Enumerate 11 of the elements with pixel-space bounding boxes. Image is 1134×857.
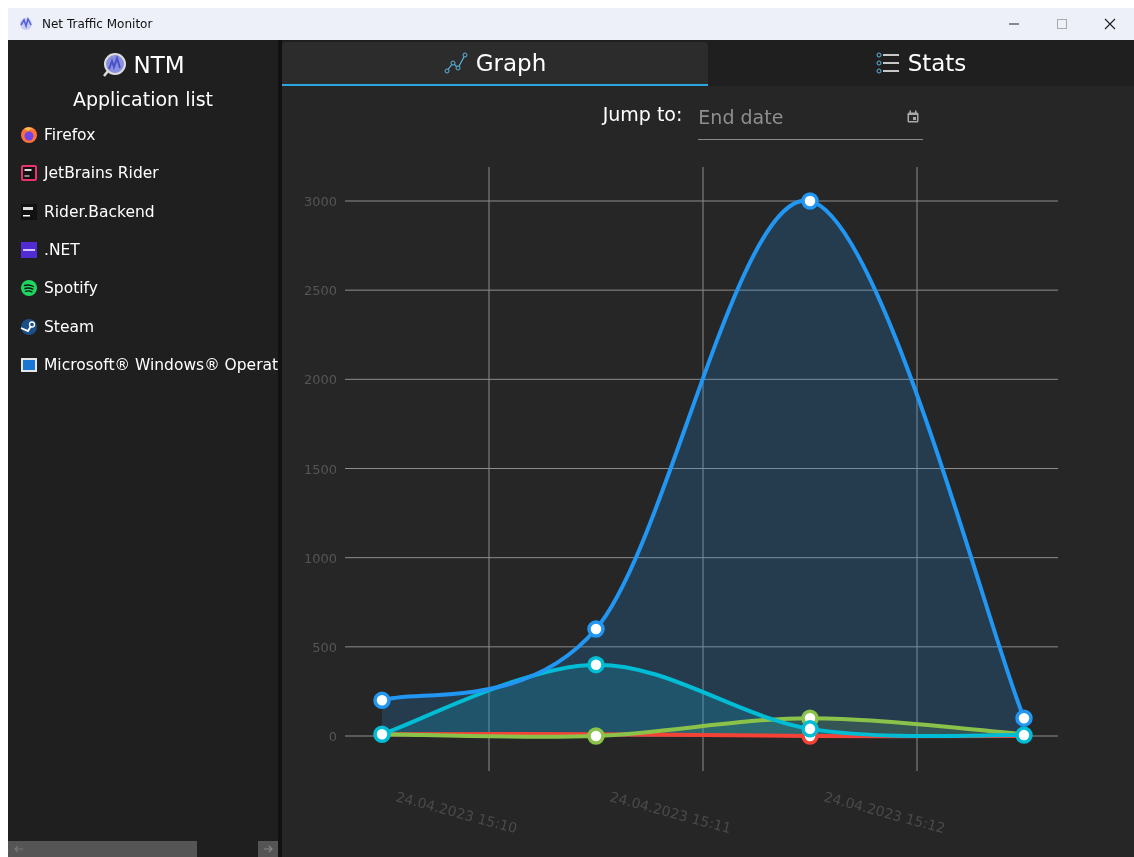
app-name-text: Steam [44,317,95,336]
app-name-text: Rider.Backend [44,202,155,221]
window-title: Net Traffic Monitor [42,17,154,31]
field-label: Jump to: [602,103,683,125]
app-name-text: Firefox [44,126,96,145]
app-name-text: Microsoft® Windows® Operat [44,355,278,374]
app-name: NTM [133,52,185,78]
section-heading: Application list [71,88,215,110]
app-name-text: Spotify [44,279,98,298]
app-name-text: .NET [44,241,80,260]
app-name-text: JetBrains Rider [44,164,159,183]
